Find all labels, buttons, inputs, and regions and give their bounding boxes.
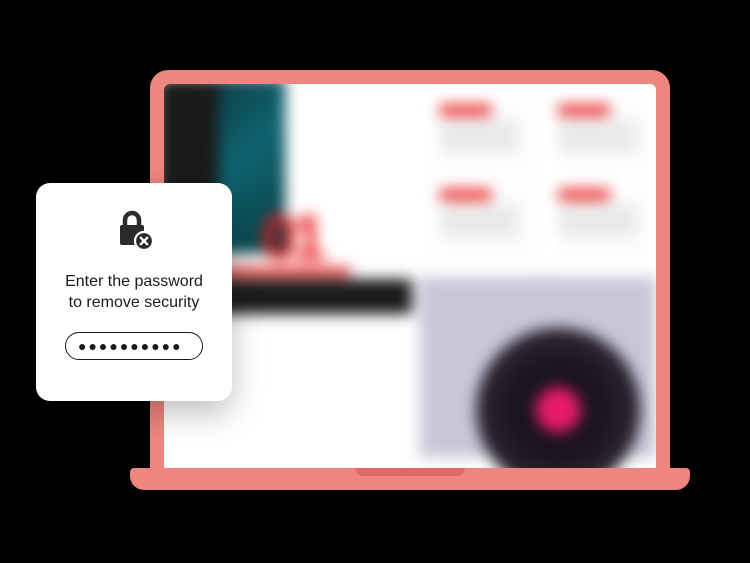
stat-card xyxy=(440,105,533,173)
dialog-prompt: Enter the password to remove security xyxy=(65,272,203,314)
blurred-document: 01 xyxy=(164,84,656,469)
doc-section-number: 01 xyxy=(262,202,321,275)
password-mask: ●●●●●●●●●● xyxy=(78,338,183,354)
password-dialog: Enter the password to remove security ●●… xyxy=(36,183,232,401)
password-input[interactable]: ●●●●●●●●●● xyxy=(65,332,203,360)
dialog-prompt-line2: to remove security xyxy=(69,294,200,311)
laptop-screen: 01 xyxy=(164,84,656,469)
stat-card xyxy=(558,105,651,173)
stat-card xyxy=(440,189,533,257)
laptop-notch xyxy=(355,468,465,476)
lock-icon xyxy=(111,207,157,258)
laptop-base xyxy=(130,468,690,490)
stat-card xyxy=(558,189,651,257)
dialog-prompt-line1: Enter the password xyxy=(65,273,203,290)
